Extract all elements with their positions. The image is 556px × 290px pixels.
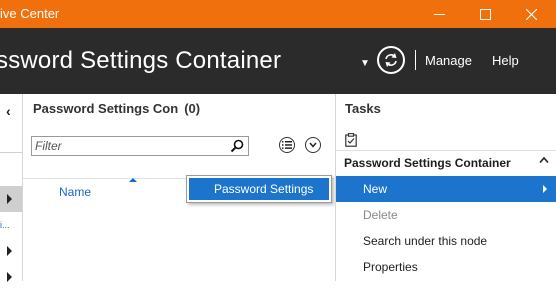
- chevron-down-icon: [309, 142, 317, 148]
- submenu-arrow-icon: [543, 185, 547, 193]
- refresh-button[interactable]: [377, 46, 405, 74]
- pane-title-label: Password Settings Con: [33, 101, 179, 116]
- nav-item-label: i...: [0, 220, 10, 230]
- nav-tree-item-selected[interactable]: [0, 186, 22, 212]
- tasks-pane: Tasks Password Settings Container New De…: [335, 94, 556, 281]
- filter-input[interactable]: [35, 139, 225, 153]
- item-count: (0): [184, 101, 201, 116]
- task-properties[interactable]: Properties: [336, 254, 556, 280]
- task-search-under-node[interactable]: Search under this node: [336, 228, 556, 254]
- search-icon[interactable]: [230, 139, 244, 153]
- maximize-icon: [479, 8, 491, 20]
- new-submenu: Password Settings: [186, 175, 332, 203]
- submenu-item-label: Password Settings: [214, 182, 314, 196]
- list-icon: [282, 141, 292, 149]
- page-title: ssword Settings Container: [0, 47, 282, 74]
- nav-tree-item[interactable]: [0, 238, 22, 264]
- expand-arrow-icon[interactable]: [7, 194, 12, 204]
- clipboard-icon[interactable]: [345, 133, 357, 147]
- nav-tree-item[interactable]: [0, 264, 22, 290]
- collapse-nav-icon[interactable]: ‹: [6, 103, 11, 119]
- manage-menu[interactable]: Manage: [425, 53, 472, 68]
- filter-box: [31, 136, 249, 156]
- minimize-button[interactable]: [416, 0, 462, 28]
- refresh-icon: [385, 53, 397, 67]
- pane-title: Password Settings Con (0): [33, 101, 200, 116]
- view-options-button[interactable]: [279, 137, 295, 153]
- task-delete[interactable]: Delete: [336, 202, 556, 228]
- task-new[interactable]: New: [336, 176, 556, 202]
- section-title: Password Settings Container: [344, 156, 511, 170]
- navigation-pane: ‹ i...: [0, 94, 23, 282]
- sort-ascending-icon: [129, 178, 137, 182]
- breadcrumb-header: ssword Settings Container ▼ Manage Help: [0, 28, 556, 94]
- expand-options-button[interactable]: [305, 137, 321, 153]
- title-bar: ive Center: [0, 0, 556, 28]
- chevron-up-icon[interactable]: [539, 156, 549, 164]
- task-label: Search under this node: [363, 234, 488, 248]
- nav-tree-item[interactable]: i...: [0, 212, 22, 238]
- column-header-name[interactable]: Name: [59, 185, 91, 199]
- tasks-section-header[interactable]: Password Settings Container: [336, 150, 556, 175]
- expand-arrow-icon[interactable]: [7, 246, 12, 256]
- dropdown-arrow-icon[interactable]: ▼: [360, 58, 370, 69]
- header-separator: [415, 50, 416, 70]
- help-menu[interactable]: Help: [492, 53, 519, 68]
- tasks-title: Tasks: [345, 101, 381, 116]
- task-label: Delete: [363, 208, 398, 222]
- submenu-item-password-settings[interactable]: Password Settings: [189, 178, 329, 200]
- close-icon: [525, 8, 537, 20]
- minimize-icon: [433, 13, 445, 15]
- task-label: Properties: [363, 260, 418, 274]
- nav-divider: [0, 152, 22, 153]
- close-button[interactable]: [508, 0, 554, 28]
- window-title: ive Center: [0, 6, 60, 21]
- maximize-button[interactable]: [462, 0, 508, 28]
- task-label: New: [363, 182, 388, 196]
